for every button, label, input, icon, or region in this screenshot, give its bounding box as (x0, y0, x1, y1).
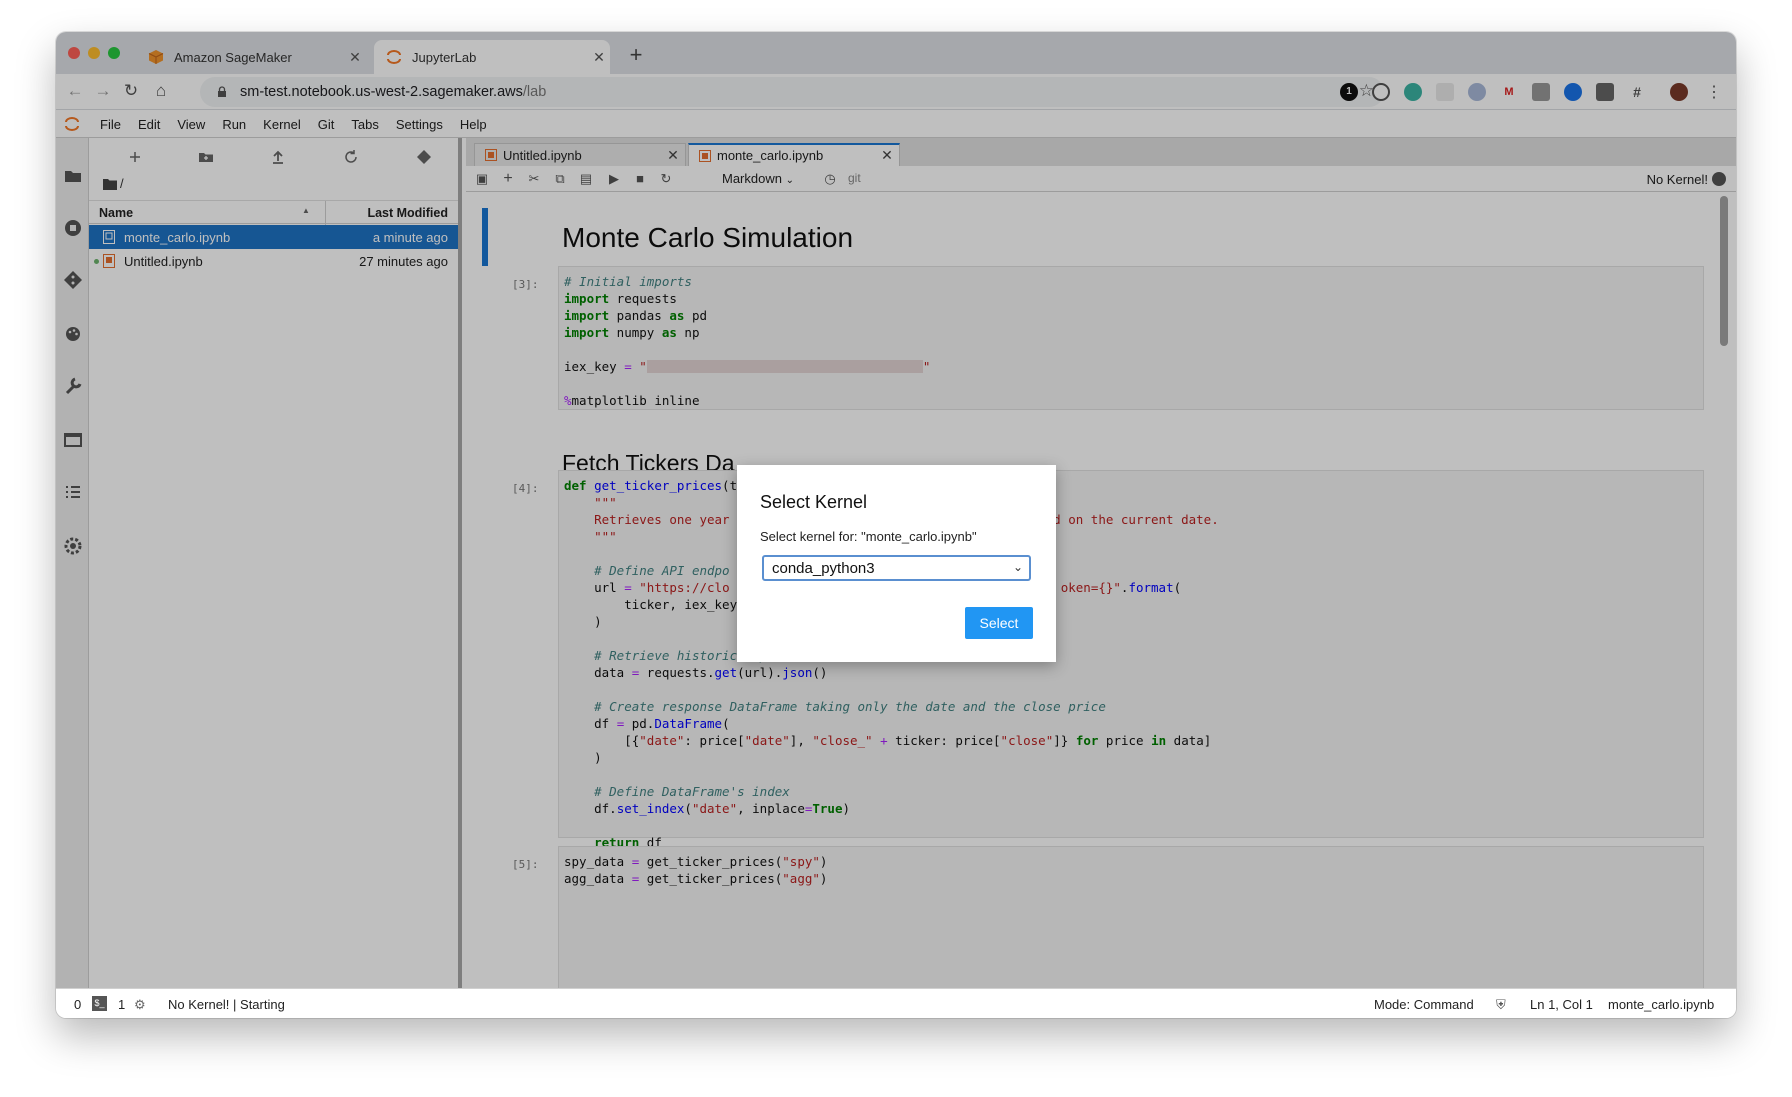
active-file-name: monte_carlo.ipynb (1608, 997, 1715, 1012)
shield-icon[interactable]: ⛨ (1496, 997, 1506, 1013)
dialog-title: Select Kernel (760, 492, 868, 512)
chevron-down-icon: ⌄ (1012, 560, 1023, 574)
select-kernel-dialog: Select Kernel Select kernel for: "monte_… (737, 465, 1056, 662)
browser-window: Amazon SageMaker ✕ JupyterLab ✕ + ← → ↻ … (56, 32, 1736, 1018)
kernel-status-text[interactable]: No Kernel! | Starting (168, 997, 285, 1012)
mode-indicator: Mode: Command (1374, 997, 1474, 1012)
select-button[interactable]: Select (965, 607, 1033, 639)
kernel-select[interactable]: conda_python3 ⌄ (762, 555, 1031, 581)
terminal-icon[interactable]: $_ (92, 996, 107, 1011)
cursor-position[interactable]: Ln 1, Col 1 (1530, 997, 1593, 1012)
terminal-count[interactable]: 0 (74, 997, 81, 1012)
kernel-sessions-icon[interactable]: ⚙ (134, 997, 146, 1013)
kernel-count[interactable]: 1 (118, 997, 125, 1012)
dialog-label: Select kernel for: "monte_carlo.ipynb" (760, 529, 977, 544)
status-bar: 0 $_ 1 ⚙ No Kernel! | Starting Mode: Com… (56, 988, 1736, 1018)
kernel-select-value: conda_python3 (772, 560, 875, 577)
